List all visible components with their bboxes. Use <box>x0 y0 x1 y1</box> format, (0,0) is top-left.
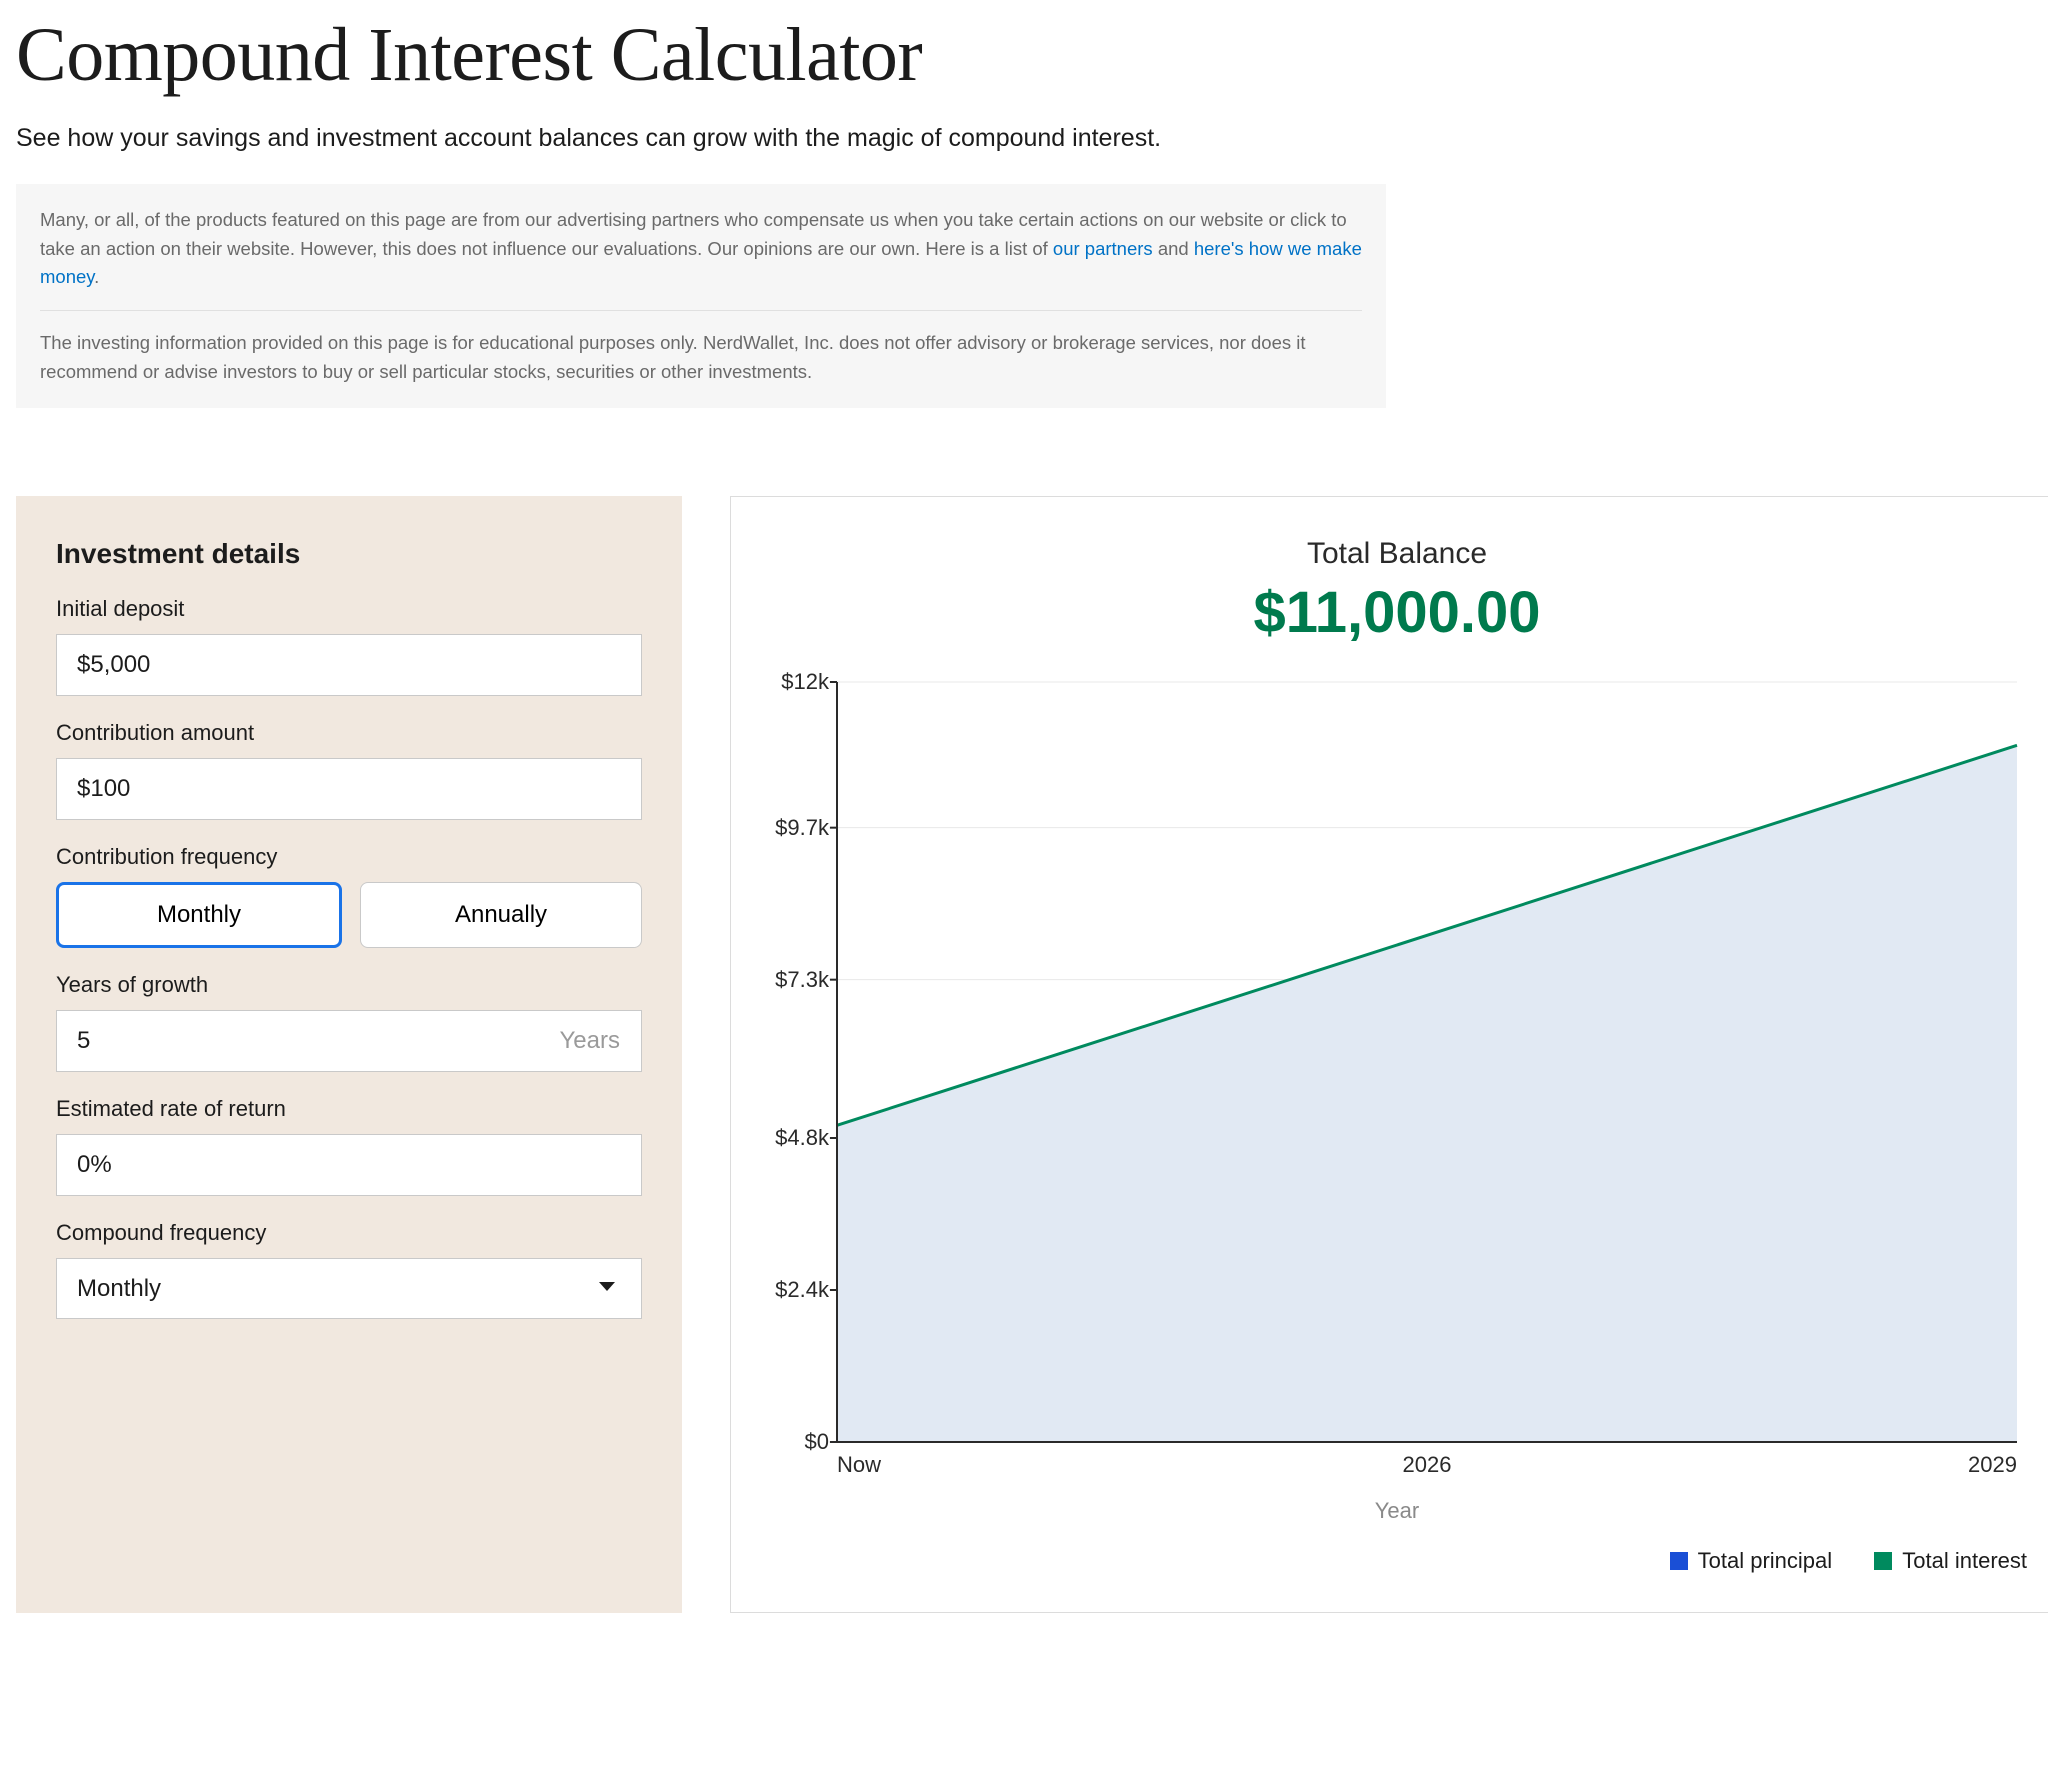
legend-interest: Total interest <box>1874 1548 2027 1574</box>
chart-legend: Total principal Total interest <box>767 1548 2027 1576</box>
chart-panel: Total Balance $11,000.00 $12k $9.7k $7.3… <box>730 496 2048 1613</box>
legend-principal: Total principal <box>1670 1548 1833 1574</box>
years-of-growth-label: Years of growth <box>56 972 642 998</box>
partners-link[interactable]: our partners <box>1053 238 1153 259</box>
y-tick: $0 <box>749 1429 829 1455</box>
rate-of-return-label: Estimated rate of return <box>56 1096 642 1122</box>
chart-svg <box>837 682 2017 1442</box>
chart-plot-area: $12k $9.7k $7.3k $4.8k $2.4k $0 Now 2026… <box>837 682 2017 1442</box>
page-subhead: See how your savings and investment acco… <box>16 120 1386 156</box>
compound-frequency-select[interactable]: Monthly <box>56 1258 642 1319</box>
x-axis-label: Year <box>767 1498 2027 1524</box>
investment-details-panel: Investment details Initial deposit Contr… <box>16 496 682 1613</box>
page-title: Compound Interest Calculator <box>16 16 1396 96</box>
disclosure-text: and <box>1158 238 1194 259</box>
years-of-growth-input[interactable] <box>56 1010 642 1072</box>
y-tick: $9.7k <box>749 815 829 841</box>
legend-swatch-icon <box>1874 1552 1892 1570</box>
compound-frequency-label: Compound frequency <box>56 1220 642 1246</box>
x-tick: 2029 <box>1968 1452 2017 1478</box>
contribution-frequency-label: Contribution frequency <box>56 844 642 870</box>
initial-deposit-input[interactable] <box>56 634 642 696</box>
disclosure-paragraph-1: Many, or all, of the products featured o… <box>40 206 1362 292</box>
x-tick: 2026 <box>1403 1452 1452 1478</box>
x-tick: Now <box>837 1452 881 1478</box>
y-tick: $7.3k <box>749 967 829 993</box>
legend-label: Total principal <box>1698 1548 1833 1574</box>
chart-title: Total Balance <box>767 537 2027 571</box>
contribution-amount-input[interactable] <box>56 758 642 820</box>
divider <box>40 310 1362 311</box>
rate-of-return-input[interactable] <box>56 1134 642 1196</box>
y-tick: $4.8k <box>749 1125 829 1151</box>
legend-label: Total interest <box>1902 1548 2027 1574</box>
disclosure-paragraph-2: The investing information provided on th… <box>40 329 1362 386</box>
disclosure-text: . <box>94 266 99 287</box>
total-balance-value: $11,000.00 <box>767 579 2027 646</box>
frequency-annually-button[interactable]: Annually <box>360 882 642 948</box>
y-tick: $12k <box>749 669 829 695</box>
legend-swatch-icon <box>1670 1552 1688 1570</box>
panel-title: Investment details <box>56 538 642 570</box>
frequency-monthly-button[interactable]: Monthly <box>56 882 342 948</box>
y-tick: $2.4k <box>749 1277 829 1303</box>
disclosure-box: Many, or all, of the products featured o… <box>16 184 1386 408</box>
contribution-amount-label: Contribution amount <box>56 720 642 746</box>
initial-deposit-label: Initial deposit <box>56 596 642 622</box>
